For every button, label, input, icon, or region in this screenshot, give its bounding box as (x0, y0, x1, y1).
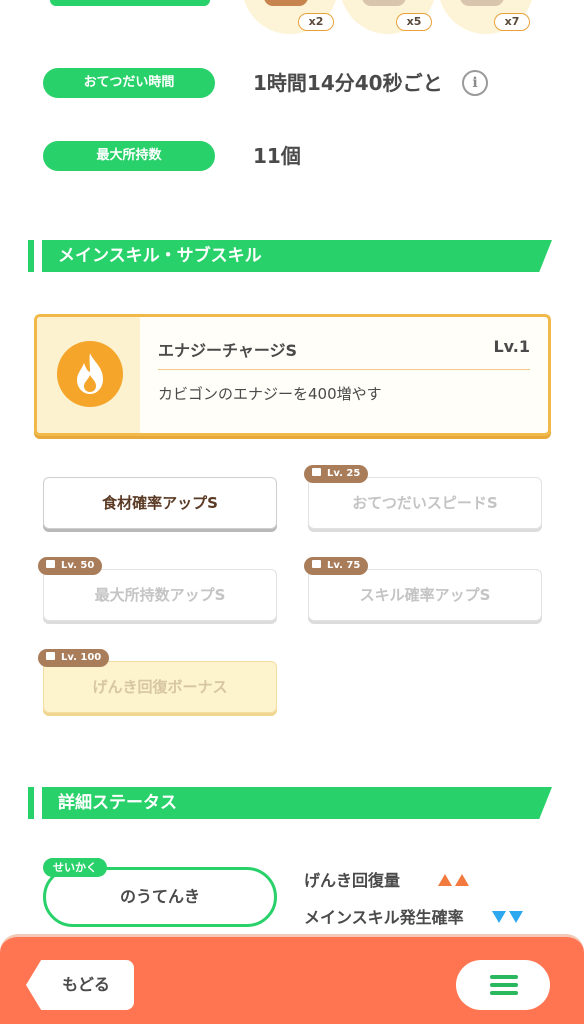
lock-level-tag: Lv. 25 (304, 465, 369, 483)
skill-icon-panel (37, 317, 140, 433)
main-skill-card[interactable]: エナジーチャージS Lv.1 カビゴンのエナジーを400増やす (34, 314, 551, 436)
ingredient-count: x2 (298, 13, 334, 31)
lock-icon (46, 652, 55, 660)
section-marker (28, 240, 34, 272)
sub-skill-5[interactable]: げんき回復ボーナス (43, 661, 277, 713)
lock-icon (312, 468, 321, 476)
lock-level-tag: Lv. 100 (38, 649, 110, 667)
nature-tag: せいかく (43, 858, 107, 877)
sub-skill-3[interactable]: 最大所持数アップS (43, 569, 277, 621)
nature-down-row: メインスキル発生確率 (304, 904, 523, 928)
skills-section-header: メインスキル・サブスキル (28, 240, 552, 272)
max-carry-value: 11個 (253, 144, 301, 168)
main-skill-description: カビゴンのエナジーを400増やす (158, 385, 382, 403)
up-arrow-icon (438, 874, 453, 886)
divider (158, 369, 530, 370)
section-title: 詳細ステータス (58, 793, 177, 813)
food-icon (362, 0, 406, 6)
nature-up-row: げんき回復量 (304, 867, 470, 891)
lock-icon (46, 560, 55, 568)
section-title: メインスキル・サブスキル (58, 246, 262, 266)
ingredient-panel-edge (50, 0, 210, 6)
back-button[interactable]: もどる (26, 960, 134, 1010)
food-icon (264, 0, 308, 6)
help-time-value: 1時間14分40秒ごと (253, 71, 443, 95)
lock-level-tag: Lv. 50 (38, 557, 103, 575)
main-skill-level: Lv.1 (493, 337, 530, 356)
sub-skill-2[interactable]: おてつだいスピードS (308, 477, 542, 529)
fire-icon (57, 341, 123, 407)
food-icon (460, 0, 504, 6)
help-time-label: おてつだい時間 (43, 68, 215, 98)
nature-down-stat: メインスキル発生確率 (304, 908, 464, 927)
lock-level-tag: Lv. 75 (304, 557, 369, 575)
sub-skill-1[interactable]: 食材確率アップS (43, 477, 277, 529)
main-skill-name: エナジーチャージS (158, 341, 298, 360)
nature-up-stat: げんき回復量 (304, 871, 401, 890)
menu-button[interactable] (456, 960, 550, 1010)
lock-icon (312, 560, 321, 568)
info-icon[interactable]: i (462, 70, 488, 96)
down-arrow-icon (491, 911, 506, 923)
ingredient-count: x5 (396, 13, 432, 31)
down-arrow-icon (508, 911, 523, 923)
status-section-header: 詳細ステータス (28, 787, 552, 819)
sub-skill-4[interactable]: スキル確率アップS (308, 569, 542, 621)
ingredient-count: x7 (494, 13, 530, 31)
max-carry-label: 最大所持数 (43, 141, 215, 171)
up-arrow-icon (455, 874, 470, 886)
section-marker (28, 787, 34, 819)
